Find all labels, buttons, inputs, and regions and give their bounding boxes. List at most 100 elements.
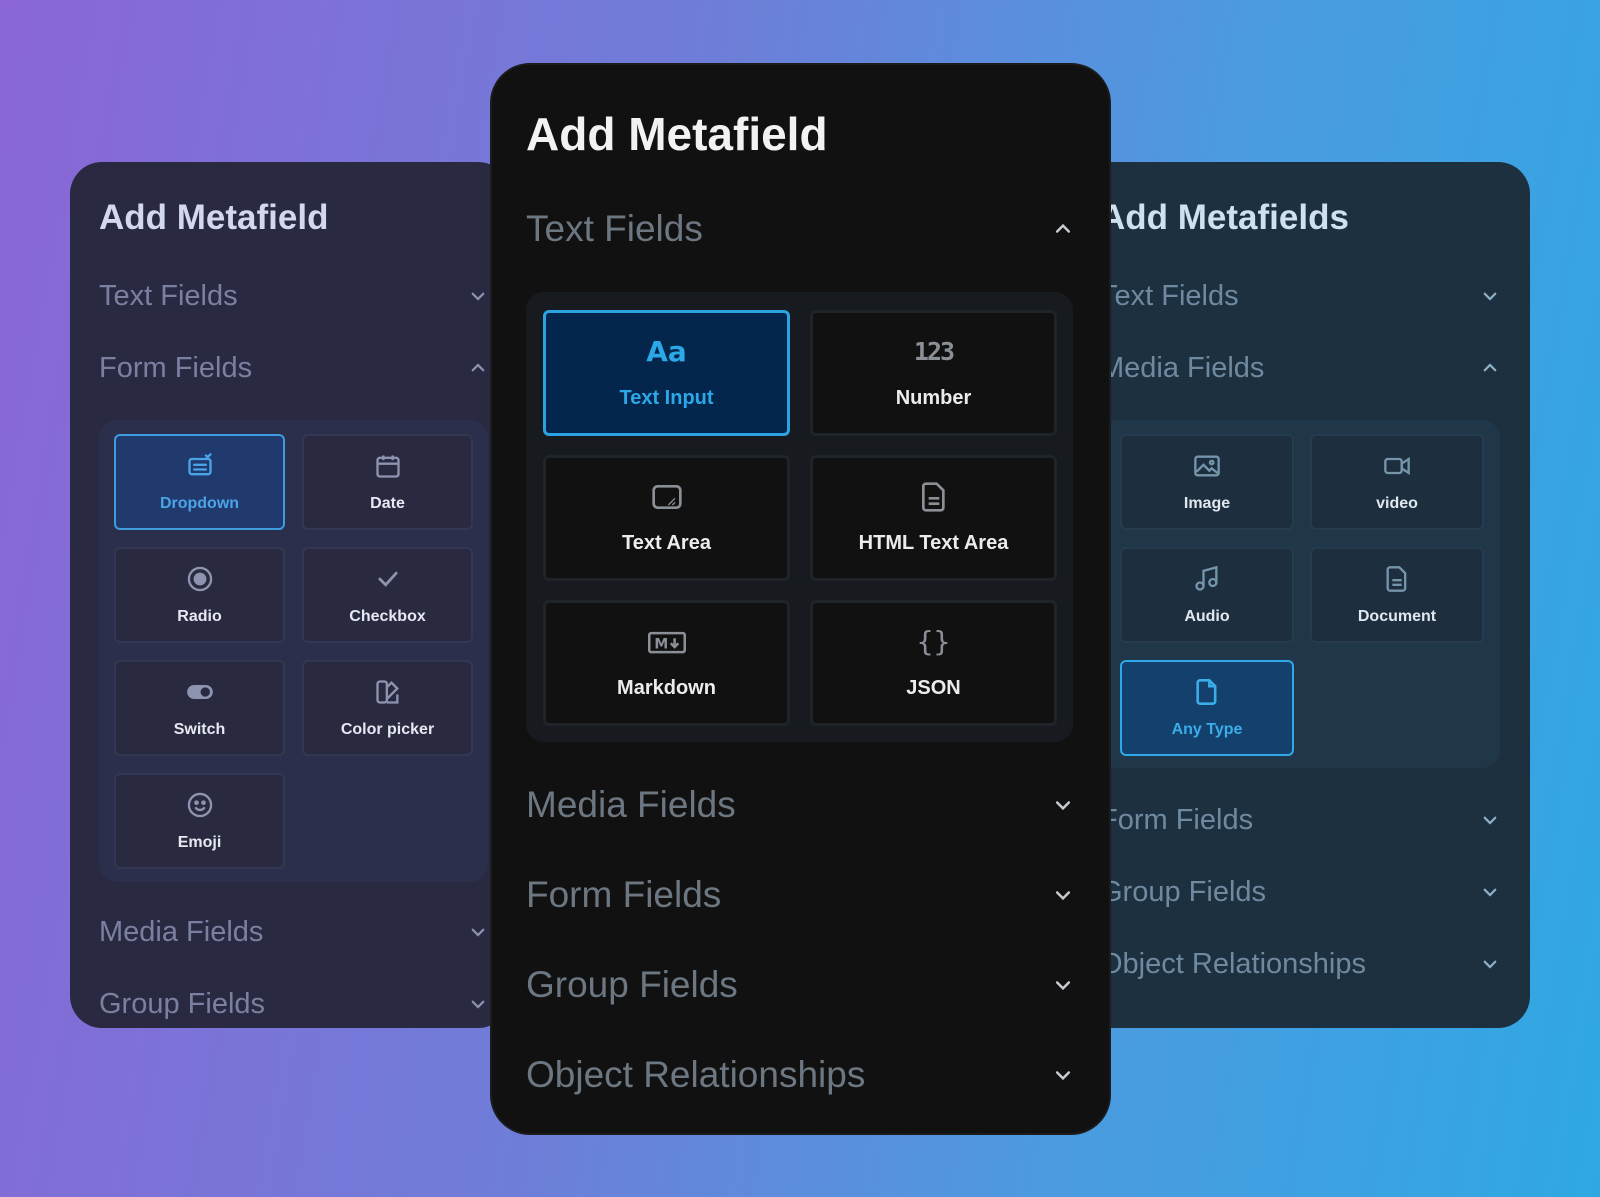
tile-number[interactable]: 123 Number: [810, 310, 1057, 436]
section-text-fields[interactable]: Text Fields: [526, 184, 1073, 274]
section-label: Form Fields: [99, 351, 253, 384]
panel-title: Add Metafield: [99, 198, 329, 237]
chevron-up-icon[interactable]: [468, 358, 488, 378]
music-note-icon: [1193, 564, 1221, 594]
section-group-fields[interactable]: Group Fields: [99, 968, 488, 1028]
chevron-up-icon[interactable]: [1480, 358, 1500, 378]
section-label: Group Fields: [99, 987, 266, 1020]
section-group-fields[interactable]: Group Fields: [1100, 856, 1500, 928]
chevron-down-icon[interactable]: [1053, 975, 1073, 995]
section-label: Form Fields: [1100, 803, 1254, 836]
chevron-down-icon[interactable]: [1053, 885, 1073, 905]
tile-label: Checkbox: [349, 608, 426, 625]
text-aa-icon: Aa: [646, 335, 687, 368]
tile-label: video: [1376, 495, 1418, 512]
section-label: Object Relationships: [526, 1054, 866, 1095]
markdown-icon: M: [647, 627, 686, 657]
section-media-fields[interactable]: Media Fields: [526, 760, 1073, 850]
video-icon: [1383, 451, 1411, 481]
section-form-fields[interactable]: Form Fields: [1100, 784, 1500, 856]
right-metafield-panel: Add Metafields Text Fields Media Fields Ima…: [1060, 162, 1530, 1028]
section-object-relationships[interactable]: Object Relationships: [1100, 928, 1500, 1000]
tile-label: Text Input: [619, 386, 714, 409]
tile-label: Switch: [173, 721, 226, 738]
tile-label: Number: [895, 386, 972, 409]
tile-label: Audio: [1184, 608, 1230, 625]
chevron-down-icon[interactable]: [1480, 286, 1500, 306]
section-label: Media Fields: [1100, 351, 1265, 384]
field-type-grid: Dropdown Date Radio Checkbox Switch Color pic…: [99, 420, 488, 882]
section-form-fields[interactable]: Form Fields: [99, 332, 488, 404]
tile-color-picker[interactable]: Color picker: [302, 660, 473, 756]
tile-date[interactable]: Date: [302, 434, 473, 530]
tile-markdown[interactable]: M Markdown: [543, 600, 790, 726]
tile-label: Radio: [177, 608, 222, 625]
chevron-down-icon[interactable]: [468, 994, 488, 1014]
section-media-fields[interactable]: Media Fields: [99, 896, 488, 968]
dropdown-icon: [186, 451, 214, 481]
radio-icon: [186, 564, 214, 594]
image-icon: [1193, 451, 1221, 481]
section-media-fields[interactable]: Media Fields: [1100, 332, 1500, 404]
section-object-relationships[interactable]: Object Relationships: [526, 1030, 1073, 1120]
tile-document[interactable]: Document: [1310, 547, 1484, 643]
tile-label: HTML Text Area: [858, 531, 1009, 554]
section-label: Text Fields: [1100, 279, 1239, 312]
color-picker-icon: [374, 677, 402, 707]
section-label: Group Fields: [526, 964, 738, 1005]
file-icon: [1193, 677, 1221, 707]
tile-text-area[interactable]: Text Area: [543, 455, 790, 581]
chevron-down-icon[interactable]: [1053, 795, 1073, 815]
section-label: Media Fields: [526, 784, 736, 825]
tile-emoji[interactable]: Emoji: [114, 773, 285, 869]
left-metafield-panel: Add Metafield Text Fields Form Fields Dropd…: [70, 162, 510, 1028]
panel-title: Add Metafields: [1100, 198, 1349, 237]
section-group-fields[interactable]: Group Fields: [526, 940, 1073, 1030]
tile-label: Markdown: [617, 676, 716, 699]
field-type-grid: Aa Text Input 123 Number Text Area HTML Text …: [526, 292, 1073, 742]
tile-label: Document: [1357, 608, 1437, 625]
textarea-icon: [651, 482, 683, 512]
svg-text:M: M: [654, 636, 668, 652]
tile-video[interactable]: video: [1310, 434, 1484, 530]
chevron-down-icon[interactable]: [1480, 954, 1500, 974]
tile-audio[interactable]: Audio: [1120, 547, 1294, 643]
tile-checkbox[interactable]: Checkbox: [302, 547, 473, 643]
section-label: Object Relationships: [1100, 947, 1366, 980]
tile-radio[interactable]: Radio: [114, 547, 285, 643]
center-metafield-panel: Add Metafield Text Fields Aa Text Input 123 N…: [490, 63, 1111, 1135]
section-text-fields[interactable]: Text Fields: [1100, 260, 1500, 332]
tile-image[interactable]: Image: [1120, 434, 1294, 530]
emoji-icon: [186, 790, 214, 820]
chevron-down-icon[interactable]: [468, 286, 488, 306]
tile-label: Image: [1183, 495, 1231, 512]
calendar-icon: [374, 451, 402, 481]
section-text-fields[interactable]: Text Fields: [99, 260, 488, 332]
section-label: Text Fields: [526, 208, 703, 249]
chevron-down-icon[interactable]: [1053, 1065, 1073, 1085]
tile-text-input[interactable]: Aa Text Input: [543, 310, 790, 436]
tile-any-type[interactable]: Any Type: [1120, 660, 1294, 756]
tile-label: Dropdown: [159, 495, 240, 512]
document-icon: [1383, 564, 1411, 594]
tile-switch[interactable]: Switch: [114, 660, 285, 756]
chevron-down-icon[interactable]: [1480, 810, 1500, 830]
chevron-up-icon[interactable]: [1053, 219, 1073, 239]
section-label: Text Fields: [99, 279, 238, 312]
section-label: Form Fields: [526, 874, 722, 915]
tile-label: Text Area: [622, 531, 711, 554]
panel-title: Add Metafield: [526, 108, 828, 160]
chevron-down-icon[interactable]: [1480, 882, 1500, 902]
tile-dropdown[interactable]: Dropdown: [114, 434, 285, 530]
tile-label: Color picker: [340, 721, 435, 738]
tile-html-text-area[interactable]: HTML Text Area: [810, 455, 1057, 581]
document-icon: [918, 481, 950, 512]
tile-json[interactable]: {} JSON: [810, 600, 1057, 726]
tile-label: Date: [370, 495, 405, 512]
check-icon: [374, 564, 402, 594]
section-label: Media Fields: [99, 915, 264, 948]
tile-label: Emoji: [177, 834, 222, 851]
section-label: Group Fields: [1100, 875, 1267, 908]
chevron-down-icon[interactable]: [468, 922, 488, 942]
section-form-fields[interactable]: Form Fields: [526, 850, 1073, 940]
